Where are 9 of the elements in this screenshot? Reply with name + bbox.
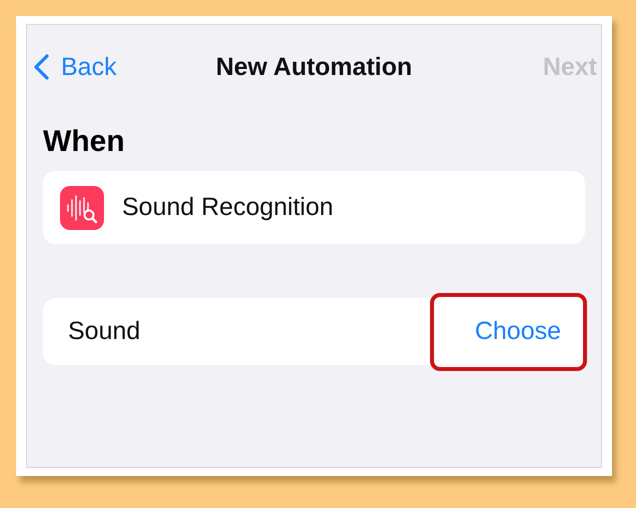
chevron-left-icon [33, 54, 49, 80]
choose-button[interactable]: Choose [430, 292, 587, 370]
setting-label: Sound [68, 317, 140, 346]
screen-title: New Automation [216, 52, 412, 82]
section-heading: When [43, 125, 126, 159]
back-button[interactable]: Back [33, 52, 117, 82]
trigger-label: Sound Recognition [122, 193, 334, 222]
trigger-card[interactable]: Sound Recognition [43, 171, 585, 244]
sound-recognition-icon [60, 186, 104, 230]
